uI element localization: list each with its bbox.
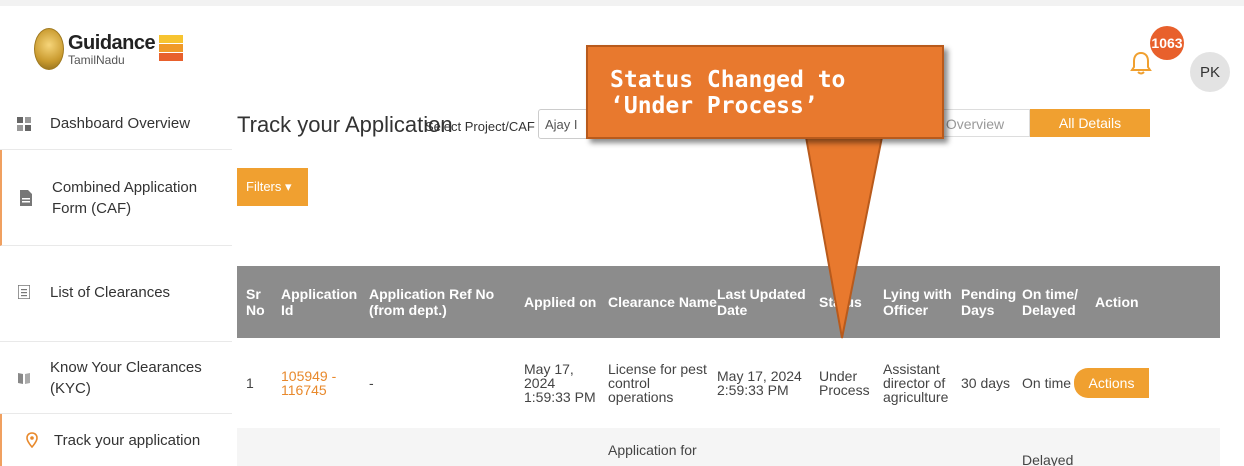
status-callout: Status Changed to ‘Under Process’ xyxy=(586,45,944,139)
page: Guidance TamilNadu 1063 PK Dashboard Ove… xyxy=(0,0,1244,466)
callout-text: Status Changed to ‘Under Process’ xyxy=(610,67,846,119)
